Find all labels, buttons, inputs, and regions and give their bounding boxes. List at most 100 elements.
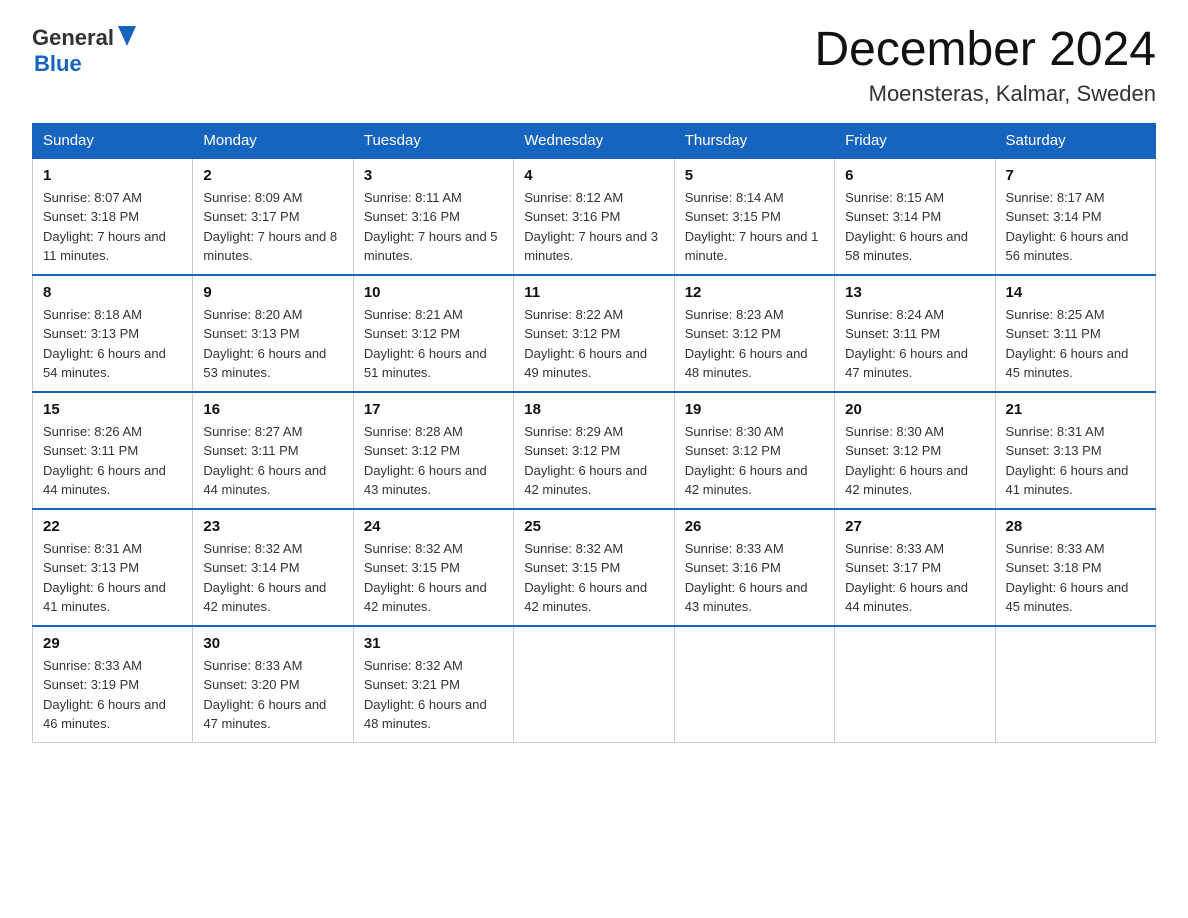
day-number: 10	[364, 284, 503, 301]
table-row: 5 Sunrise: 8:14 AMSunset: 3:15 PMDayligh…	[674, 158, 834, 275]
table-row: 9 Sunrise: 8:20 AMSunset: 3:13 PMDayligh…	[193, 275, 353, 392]
day-info: Sunrise: 8:21 AMSunset: 3:12 PMDaylight:…	[364, 307, 487, 381]
logo-general: General	[32, 25, 114, 51]
table-row: 6 Sunrise: 8:15 AMSunset: 3:14 PMDayligh…	[835, 158, 995, 275]
logo-blue: Blue	[34, 51, 82, 76]
day-info: Sunrise: 8:32 AMSunset: 3:21 PMDaylight:…	[364, 658, 487, 732]
day-info: Sunrise: 8:15 AMSunset: 3:14 PMDaylight:…	[845, 190, 968, 264]
table-row: 29 Sunrise: 8:33 AMSunset: 3:19 PMDaylig…	[33, 626, 193, 743]
day-number: 1	[43, 167, 182, 184]
header-friday: Friday	[835, 123, 995, 158]
day-info: Sunrise: 8:33 AMSunset: 3:20 PMDaylight:…	[203, 658, 326, 732]
header-monday: Monday	[193, 123, 353, 158]
table-row	[995, 626, 1155, 743]
table-row: 17 Sunrise: 8:28 AMSunset: 3:12 PMDaylig…	[353, 392, 513, 509]
table-row: 27 Sunrise: 8:33 AMSunset: 3:17 PMDaylig…	[835, 509, 995, 626]
table-row: 7 Sunrise: 8:17 AMSunset: 3:14 PMDayligh…	[995, 158, 1155, 275]
day-info: Sunrise: 8:32 AMSunset: 3:15 PMDaylight:…	[364, 541, 487, 615]
header-saturday: Saturday	[995, 123, 1155, 158]
title-block: December 2024 Moensteras, Kalmar, Sweden	[814, 24, 1156, 107]
header-thursday: Thursday	[674, 123, 834, 158]
table-row: 2 Sunrise: 8:09 AMSunset: 3:17 PMDayligh…	[193, 158, 353, 275]
day-number: 20	[845, 401, 984, 418]
day-info: Sunrise: 8:32 AMSunset: 3:15 PMDaylight:…	[524, 541, 647, 615]
day-number: 29	[43, 635, 182, 652]
day-number: 13	[845, 284, 984, 301]
day-number: 26	[685, 518, 824, 535]
table-row: 10 Sunrise: 8:21 AMSunset: 3:12 PMDaylig…	[353, 275, 513, 392]
day-number: 25	[524, 518, 663, 535]
calendar-week-row: 1 Sunrise: 8:07 AMSunset: 3:18 PMDayligh…	[33, 158, 1156, 275]
day-number: 30	[203, 635, 342, 652]
table-row: 13 Sunrise: 8:24 AMSunset: 3:11 PMDaylig…	[835, 275, 995, 392]
table-row: 15 Sunrise: 8:26 AMSunset: 3:11 PMDaylig…	[33, 392, 193, 509]
table-row: 14 Sunrise: 8:25 AMSunset: 3:11 PMDaylig…	[995, 275, 1155, 392]
table-row	[835, 626, 995, 743]
table-row: 22 Sunrise: 8:31 AMSunset: 3:13 PMDaylig…	[33, 509, 193, 626]
day-info: Sunrise: 8:14 AMSunset: 3:15 PMDaylight:…	[685, 190, 819, 264]
day-info: Sunrise: 8:25 AMSunset: 3:11 PMDaylight:…	[1006, 307, 1129, 381]
day-info: Sunrise: 8:22 AMSunset: 3:12 PMDaylight:…	[524, 307, 647, 381]
day-info: Sunrise: 8:33 AMSunset: 3:16 PMDaylight:…	[685, 541, 808, 615]
day-number: 11	[524, 284, 663, 301]
day-number: 24	[364, 518, 503, 535]
day-info: Sunrise: 8:12 AMSunset: 3:16 PMDaylight:…	[524, 190, 658, 264]
day-info: Sunrise: 8:07 AMSunset: 3:18 PMDaylight:…	[43, 190, 166, 264]
calendar-subtitle: Moensteras, Kalmar, Sweden	[814, 81, 1156, 107]
day-info: Sunrise: 8:11 AMSunset: 3:16 PMDaylight:…	[364, 190, 498, 264]
table-row: 25 Sunrise: 8:32 AMSunset: 3:15 PMDaylig…	[514, 509, 674, 626]
calendar-week-row: 8 Sunrise: 8:18 AMSunset: 3:13 PMDayligh…	[33, 275, 1156, 392]
day-info: Sunrise: 8:20 AMSunset: 3:13 PMDaylight:…	[203, 307, 326, 381]
day-info: Sunrise: 8:17 AMSunset: 3:14 PMDaylight:…	[1006, 190, 1129, 264]
table-row: 21 Sunrise: 8:31 AMSunset: 3:13 PMDaylig…	[995, 392, 1155, 509]
table-row: 19 Sunrise: 8:30 AMSunset: 3:12 PMDaylig…	[674, 392, 834, 509]
day-number: 7	[1006, 167, 1145, 184]
page-header: General Blue December 2024 Moensteras, K…	[32, 24, 1156, 107]
day-number: 5	[685, 167, 824, 184]
calendar-title: December 2024	[814, 24, 1156, 77]
day-info: Sunrise: 8:32 AMSunset: 3:14 PMDaylight:…	[203, 541, 326, 615]
table-row: 31 Sunrise: 8:32 AMSunset: 3:21 PMDaylig…	[353, 626, 513, 743]
day-number: 19	[685, 401, 824, 418]
table-row: 26 Sunrise: 8:33 AMSunset: 3:16 PMDaylig…	[674, 509, 834, 626]
day-number: 6	[845, 167, 984, 184]
calendar-week-row: 22 Sunrise: 8:31 AMSunset: 3:13 PMDaylig…	[33, 509, 1156, 626]
day-number: 9	[203, 284, 342, 301]
logo: General Blue	[32, 24, 136, 77]
day-info: Sunrise: 8:26 AMSunset: 3:11 PMDaylight:…	[43, 424, 166, 498]
day-info: Sunrise: 8:27 AMSunset: 3:11 PMDaylight:…	[203, 424, 326, 498]
table-row: 16 Sunrise: 8:27 AMSunset: 3:11 PMDaylig…	[193, 392, 353, 509]
day-info: Sunrise: 8:33 AMSunset: 3:17 PMDaylight:…	[845, 541, 968, 615]
table-row: 3 Sunrise: 8:11 AMSunset: 3:16 PMDayligh…	[353, 158, 513, 275]
day-number: 14	[1006, 284, 1145, 301]
day-number: 23	[203, 518, 342, 535]
day-number: 15	[43, 401, 182, 418]
day-number: 27	[845, 518, 984, 535]
day-number: 2	[203, 167, 342, 184]
day-info: Sunrise: 8:31 AMSunset: 3:13 PMDaylight:…	[43, 541, 166, 615]
day-number: 3	[364, 167, 503, 184]
table-row: 23 Sunrise: 8:32 AMSunset: 3:14 PMDaylig…	[193, 509, 353, 626]
logo-arrow-icon	[118, 26, 136, 46]
calendar-week-row: 15 Sunrise: 8:26 AMSunset: 3:11 PMDaylig…	[33, 392, 1156, 509]
day-number: 22	[43, 518, 182, 535]
day-info: Sunrise: 8:18 AMSunset: 3:13 PMDaylight:…	[43, 307, 166, 381]
day-info: Sunrise: 8:28 AMSunset: 3:12 PMDaylight:…	[364, 424, 487, 498]
header-row: Sunday Monday Tuesday Wednesday Thursday…	[33, 123, 1156, 158]
day-number: 31	[364, 635, 503, 652]
day-number: 21	[1006, 401, 1145, 418]
day-number: 12	[685, 284, 824, 301]
table-row: 1 Sunrise: 8:07 AMSunset: 3:18 PMDayligh…	[33, 158, 193, 275]
table-row: 24 Sunrise: 8:32 AMSunset: 3:15 PMDaylig…	[353, 509, 513, 626]
day-info: Sunrise: 8:24 AMSunset: 3:11 PMDaylight:…	[845, 307, 968, 381]
table-row	[674, 626, 834, 743]
table-row	[514, 626, 674, 743]
header-wednesday: Wednesday	[514, 123, 674, 158]
table-row: 4 Sunrise: 8:12 AMSunset: 3:16 PMDayligh…	[514, 158, 674, 275]
day-info: Sunrise: 8:29 AMSunset: 3:12 PMDaylight:…	[524, 424, 647, 498]
table-row: 20 Sunrise: 8:30 AMSunset: 3:12 PMDaylig…	[835, 392, 995, 509]
day-number: 4	[524, 167, 663, 184]
day-number: 16	[203, 401, 342, 418]
day-info: Sunrise: 8:31 AMSunset: 3:13 PMDaylight:…	[1006, 424, 1129, 498]
header-sunday: Sunday	[33, 123, 193, 158]
